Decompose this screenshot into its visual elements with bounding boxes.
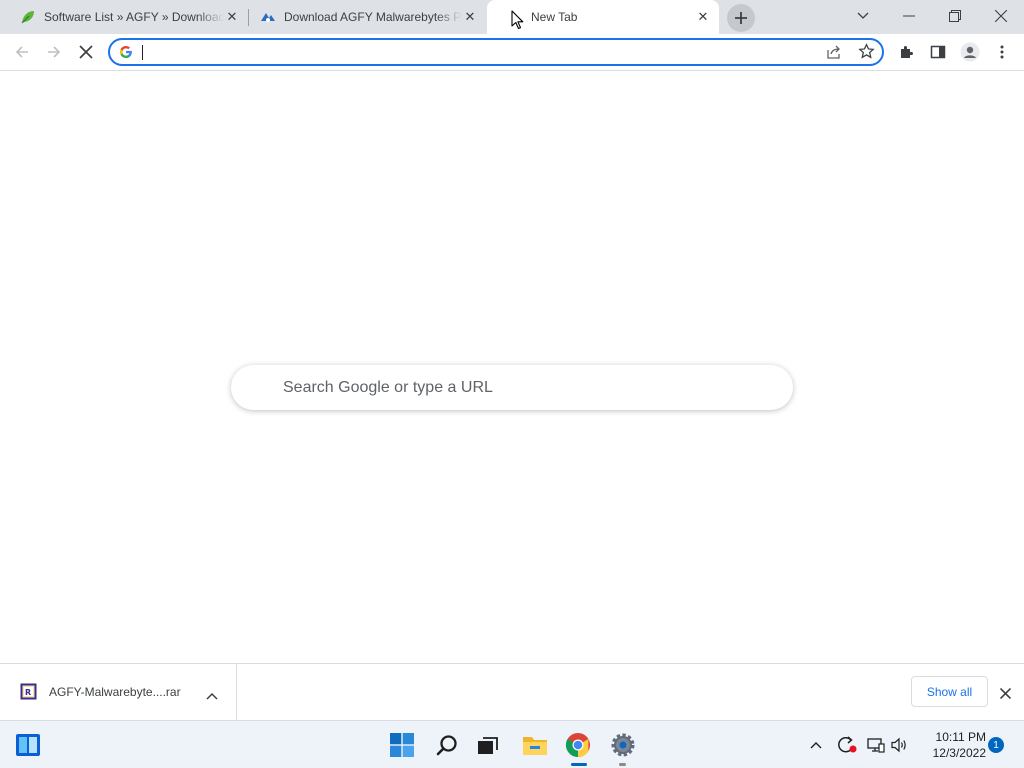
side-panel-button[interactable] (922, 36, 954, 68)
arrow-right-icon (48, 46, 61, 58)
chrome-icon[interactable] (562, 729, 594, 761)
tab-software-list[interactable]: Software List » AGFY » Download ✕ (0, 0, 248, 34)
tab-title: New Tab (531, 10, 578, 24)
text-caret (142, 45, 143, 60)
download-shelf: R AGFY-Malwarebyte....rar Show all (0, 663, 1024, 720)
google-g-icon (119, 45, 133, 64)
volume-icon[interactable] (888, 729, 912, 761)
browser-toolbar (0, 34, 1024, 71)
new-tab-button[interactable] (727, 4, 755, 32)
chevron-up-icon (810, 742, 822, 749)
show-hidden-icons-button[interactable] (808, 729, 824, 761)
agfy-logo-icon (260, 9, 276, 25)
show-all-downloads-button[interactable]: Show all (911, 676, 988, 707)
clock-date: 12/3/2022 (932, 746, 986, 760)
plus-icon (735, 12, 747, 24)
ntp-search-placeholder: Search Google or type a URL (283, 378, 493, 396)
start-icon[interactable] (386, 729, 418, 761)
active-app-indicator (571, 763, 587, 766)
running-app-indicator (619, 763, 626, 766)
forward-button[interactable] (38, 36, 70, 68)
new-tab-page: Search Google or type a URL (0, 71, 1024, 663)
side-panel-icon (930, 45, 946, 59)
avatar-icon (960, 42, 980, 62)
chevron-down-icon (857, 12, 869, 19)
back-button[interactable] (6, 36, 38, 68)
close-icon (995, 10, 1007, 22)
ntp-search-box[interactable]: Search Google or type a URL (231, 365, 793, 410)
update-status-icon[interactable] (835, 729, 859, 761)
close-icon (79, 45, 93, 59)
address-bar[interactable] (108, 38, 884, 66)
tab-title: Download AGFY Malwarebytes Premium (284, 10, 462, 24)
network-icon[interactable] (864, 729, 888, 761)
minimize-icon (903, 15, 915, 17)
leaf-icon (20, 9, 36, 25)
menu-button[interactable] (986, 36, 1018, 68)
stop-loading-button[interactable] (70, 36, 102, 68)
download-item[interactable]: R AGFY-Malwarebyte....rar (0, 664, 237, 720)
svg-text:R: R (25, 688, 31, 697)
mouse-cursor-icon (511, 10, 524, 35)
minimize-button[interactable] (886, 0, 932, 32)
share-icon[interactable] (826, 44, 842, 65)
extensions-button[interactable] (890, 36, 922, 68)
system-clock[interactable]: 10:11 PM 12/3/2022 (916, 729, 986, 761)
close-tab-icon[interactable]: ✕ (695, 9, 711, 25)
chevron-up-icon[interactable] (206, 687, 218, 705)
restore-button[interactable] (932, 0, 978, 32)
close-shelf-icon[interactable] (999, 686, 1012, 704)
task-view-icon[interactable] (472, 729, 504, 761)
clock-time: 10:11 PM (935, 730, 986, 744)
tab-download-agfy[interactable]: Download AGFY Malwarebytes Premium ✕ (240, 0, 486, 34)
notification-badge[interactable]: 1 (988, 737, 1004, 753)
restore-icon (949, 10, 961, 22)
file-explorer-icon[interactable] (519, 729, 551, 761)
search-icon[interactable] (431, 729, 463, 761)
windows-taskbar: 10:11 PM 12/3/2022 1 (0, 720, 1024, 768)
widgets-icon[interactable] (12, 729, 44, 761)
rar-archive-icon: R (20, 683, 37, 705)
profile-button[interactable] (954, 36, 986, 68)
omnibox-input[interactable] (144, 42, 804, 62)
close-tab-icon[interactable]: ✕ (462, 9, 478, 25)
settings-icon[interactable] (607, 729, 639, 761)
bookmark-star-icon[interactable] (858, 43, 875, 65)
download-filename: AGFY-Malwarebyte....rar (49, 685, 181, 699)
kebab-menu-icon (1000, 45, 1004, 59)
tab-search-button[interactable] (840, 0, 886, 32)
tab-title: Software List » AGFY » Download (44, 10, 224, 24)
close-window-button[interactable] (978, 0, 1024, 32)
puzzle-icon (901, 46, 913, 58)
arrow-left-icon (15, 46, 28, 58)
close-tab-icon[interactable]: ✕ (224, 9, 240, 25)
